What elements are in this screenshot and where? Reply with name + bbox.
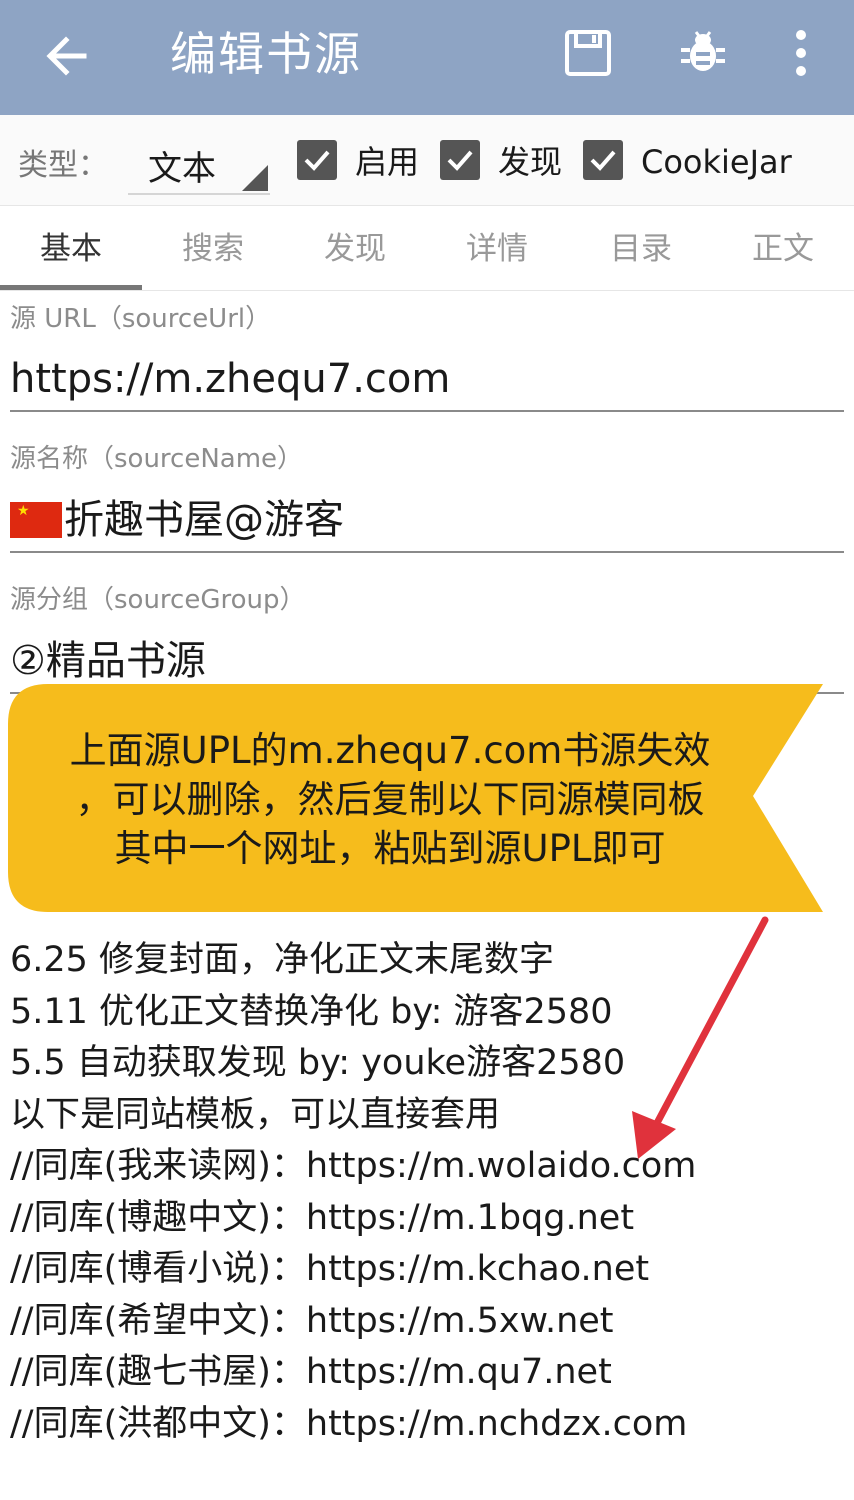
annotation-arrow-icon — [632, 916, 769, 1159]
china-flag-icon: ★ — [10, 502, 62, 538]
page-title: 编辑书源 — [170, 27, 362, 81]
source-url-input[interactable]: https://m.zhequ7.com — [10, 350, 844, 412]
annotation-text: 上面源UPL的m.zhequ7.com书源失效 ，可以删除，然后复制以下同源模同… — [30, 726, 750, 873]
annotation-line: 上面源UPL的m.zhequ7.com书源失效 — [69, 729, 711, 772]
comment-line: //同库(洪都中文)：https://m.nchdzx.com — [10, 1403, 688, 1444]
annotation-line: 其中一个网址，粘贴到源UPL即可 — [114, 827, 666, 870]
annotation-line: ，可以删除，然后复制以下同源模同板 — [75, 778, 705, 821]
source-name-label: 源名称（sourceName） — [10, 444, 304, 474]
comment-line: //同库(博看小说)：https://m.kchao.net — [10, 1249, 650, 1289]
checkbox-checked-icon — [440, 140, 480, 180]
cookiejar-label: CookieJar — [641, 143, 792, 181]
source-url-label: 源 URL（sourceUrl） — [10, 304, 272, 334]
comment-line: //同库(博趣中文)：https://m.1bqg.net — [10, 1197, 635, 1238]
back-arrow-icon[interactable] — [40, 28, 96, 84]
tab-discover[interactable]: 发现 — [284, 208, 426, 290]
tab-content[interactable]: 正文 — [712, 208, 854, 290]
comment-line: //同库(希望中文)：https://m.5xw.net — [10, 1300, 614, 1341]
type-select[interactable]: 文本 — [128, 127, 270, 195]
options-bar: 类型： 文本 启用 发现 CookieJar — [0, 115, 854, 206]
checkbox-checked-icon — [583, 140, 623, 180]
tab-detail[interactable]: 详情 — [426, 208, 568, 290]
more-vert-icon[interactable] — [786, 28, 816, 78]
discover-label: 发现 — [498, 143, 563, 181]
bug-icon[interactable] — [678, 28, 728, 78]
checkbox-checked-icon — [297, 140, 337, 180]
tab-toc[interactable]: 目录 — [570, 208, 712, 290]
save-icon[interactable] — [563, 28, 613, 78]
enabled-label: 启用 — [355, 143, 420, 181]
tab-basic[interactable]: 基本 — [0, 208, 142, 290]
type-label: 类型： — [18, 148, 108, 183]
comment-line: //同库(趣七书屋)：https://m.qu7.net — [10, 1352, 612, 1392]
type-select-value: 文本 — [148, 149, 216, 189]
source-name-text: 折趣书屋@游客 — [64, 497, 344, 543]
tab-search[interactable]: 搜索 — [142, 208, 284, 290]
source-name-input[interactable]: ★ 折趣书屋@游客 — [10, 491, 844, 553]
tab-bar: 基本 搜索 发现 详情 目录 正文 — [0, 208, 854, 291]
dropdown-triangle-icon — [242, 165, 268, 191]
app-bar: 编辑书源 — [0, 0, 854, 115]
source-group-label: 源分组（sourceGroup） — [10, 585, 306, 615]
